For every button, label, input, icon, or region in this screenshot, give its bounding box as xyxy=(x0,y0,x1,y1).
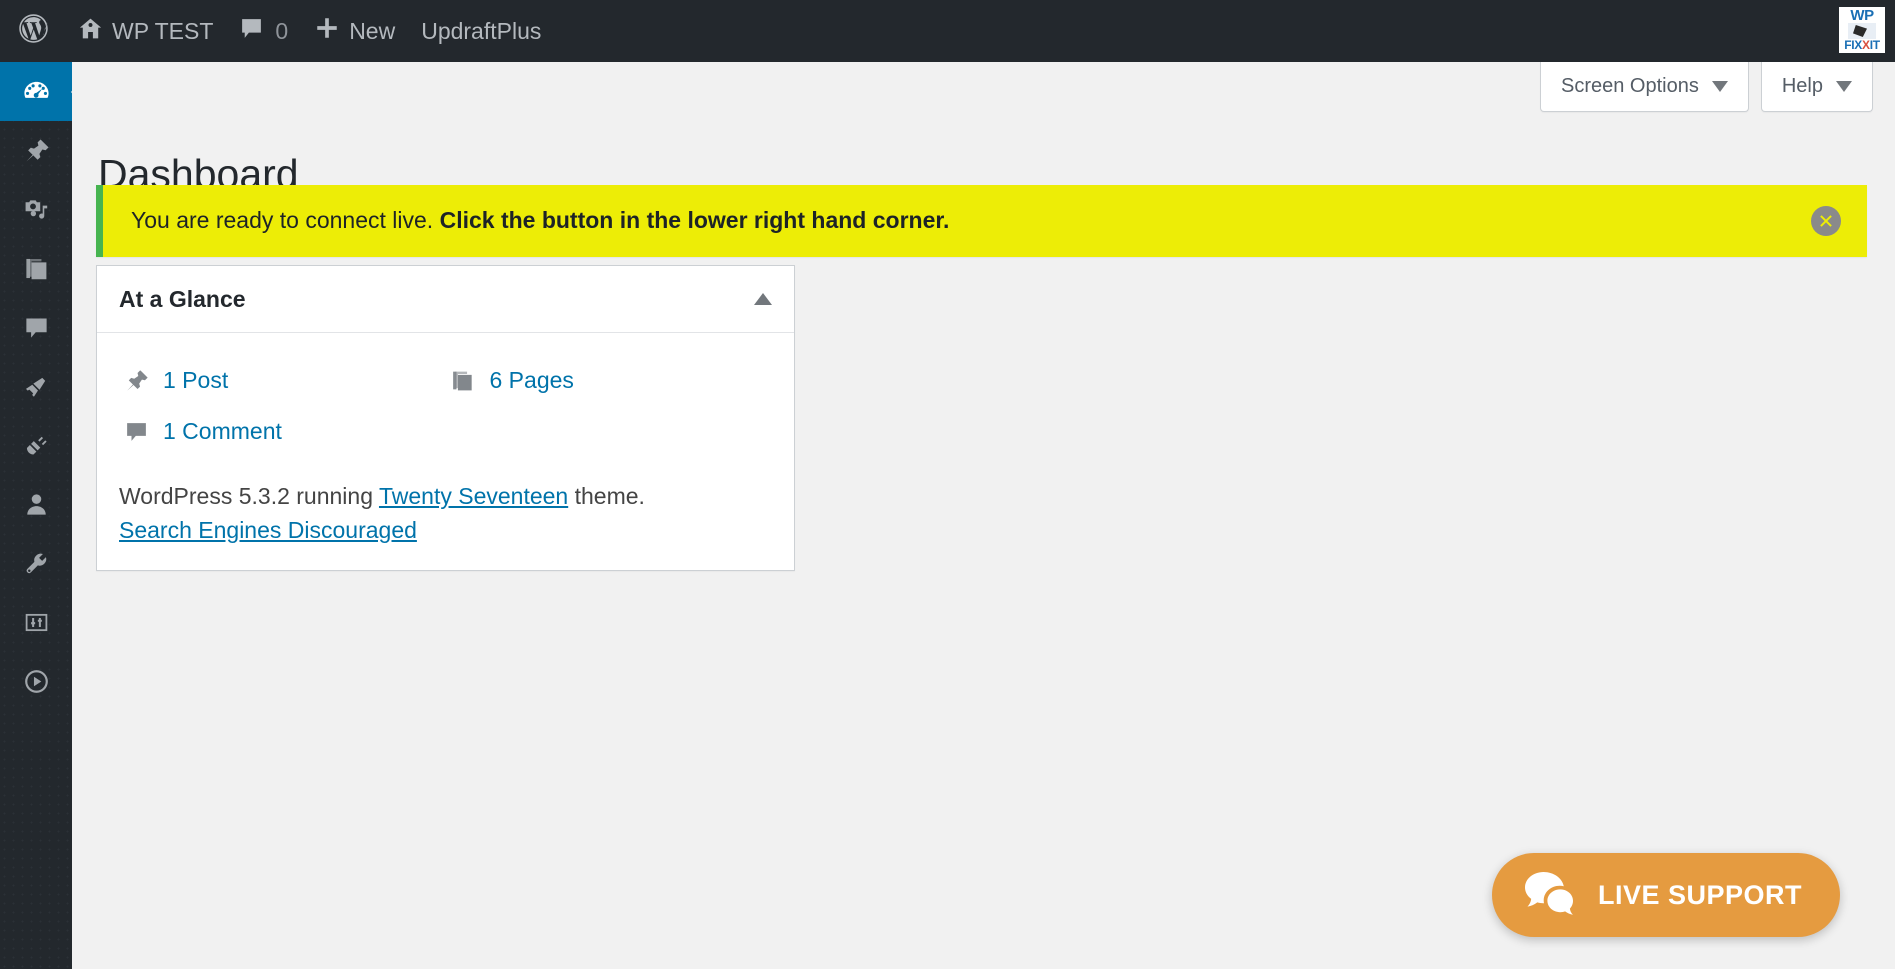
wp-fix-it-top-text: WP xyxy=(1850,7,1874,24)
sliders-icon xyxy=(23,609,50,636)
sidebar-item-media-player[interactable]: Media Player xyxy=(0,652,72,711)
close-icon xyxy=(1820,215,1832,227)
search-engines-line: Search Engines Discouraged xyxy=(119,517,772,544)
wp-fix-it-image xyxy=(1848,23,1876,39)
toggle-panel-icon[interactable] xyxy=(754,293,772,305)
main-content-area: Screen Options Help Dashboard You are re… xyxy=(72,62,1895,969)
wordpress-icon xyxy=(18,13,49,50)
widget-header: At a Glance xyxy=(97,266,794,333)
theme-link[interactable]: Twenty Seventeen xyxy=(379,483,568,509)
admin-sidebar-menu: Dashboard Posts Media Pages xyxy=(0,62,80,969)
home-icon xyxy=(78,16,103,47)
wp-fix-it-logo[interactable]: WP FIXXIT xyxy=(1839,7,1885,53)
sidebar-item-pages[interactable]: Pages xyxy=(0,239,72,298)
connect-live-notice: You are ready to connect live. Click the… xyxy=(96,185,1867,257)
pages-icon xyxy=(23,255,50,282)
sidebar-item-comments[interactable]: Comments xyxy=(0,298,72,357)
comment-icon xyxy=(119,419,153,444)
admin-bar: WP TEST 0 New UpdraftPlus WP FIXXIT xyxy=(0,0,1895,62)
dashboard-icon xyxy=(22,77,51,106)
screen-meta-links: Screen Options Help xyxy=(1540,62,1873,112)
comment-icon xyxy=(239,16,264,47)
sidebar-item-posts[interactable]: Posts xyxy=(0,121,72,180)
glance-item-pages[interactable]: 6 Pages xyxy=(446,355,773,406)
help-label: Help xyxy=(1781,75,1823,97)
wordpress-version-line: WordPress 5.3.2 running Twenty Seventeen… xyxy=(119,479,772,515)
plug-icon xyxy=(23,432,50,459)
glance-item-posts[interactable]: 1 Post xyxy=(119,355,446,406)
live-support-button[interactable]: LIVE SUPPORT xyxy=(1491,853,1840,937)
widget-title: At a Glance xyxy=(119,285,246,312)
pages-icon xyxy=(446,368,480,393)
screen-options-label: Screen Options xyxy=(1561,75,1699,97)
notice-text-bold: Click the button in the lower right hand… xyxy=(439,207,950,234)
screen-options-button[interactable]: Screen Options xyxy=(1540,62,1749,112)
wp-logo-menu[interactable] xyxy=(0,0,65,62)
updraftplus-label: UpdraftPlus xyxy=(421,17,542,44)
widget-body: 1 Post 6 Pages 1 Comment WordPress 5.3.2… xyxy=(97,333,794,570)
user-icon xyxy=(23,491,50,518)
sidebar-item-dashboard[interactable]: Dashboard xyxy=(0,62,80,121)
media-icon xyxy=(23,196,50,223)
chat-bubbles-icon xyxy=(1522,869,1576,922)
chevron-down-icon xyxy=(1711,81,1728,92)
help-button[interactable]: Help xyxy=(1760,62,1873,112)
pin-icon xyxy=(119,368,153,393)
sidebar-item-tools[interactable]: Tools xyxy=(0,534,72,593)
sidebar-item-media[interactable]: Media xyxy=(0,180,72,239)
sidebar-item-settings[interactable]: Settings xyxy=(0,593,72,652)
comment-icon xyxy=(23,314,50,341)
new-content-menu[interactable]: New xyxy=(301,0,408,62)
glance-item-label: 1 Comment xyxy=(163,418,282,444)
brush-icon xyxy=(22,373,50,401)
search-engines-link[interactable]: Search Engines Discouraged xyxy=(119,517,417,543)
notice-text-normal: You are ready to connect live. xyxy=(131,207,440,234)
pin-icon xyxy=(23,137,50,164)
live-support-label: LIVE SUPPORT xyxy=(1597,879,1802,910)
plus-icon xyxy=(314,15,340,47)
glance-stats-list: 1 Post 6 Pages 1 Comment xyxy=(119,355,772,457)
updraftplus-menu[interactable]: UpdraftPlus xyxy=(408,0,554,62)
sidebar-item-users[interactable]: Users xyxy=(0,475,72,534)
comments-count: 0 xyxy=(275,17,289,44)
glance-item-label: 6 Pages xyxy=(489,367,574,393)
version-prefix: WordPress 5.3.2 running xyxy=(119,483,379,509)
site-name-menu[interactable]: WP TEST xyxy=(65,0,226,62)
sidebar-item-plugins[interactable]: Plugins xyxy=(0,416,72,475)
comments-menu[interactable]: 0 xyxy=(226,0,301,62)
dismiss-notice-button[interactable] xyxy=(1811,206,1841,236)
glance-item-label: 1 Post xyxy=(163,367,229,393)
version-suffix: theme. xyxy=(568,483,645,509)
wrench-icon xyxy=(23,550,50,577)
sidebar-item-appearance[interactable]: Appearance xyxy=(0,357,72,416)
site-name-label: WP TEST xyxy=(112,17,214,44)
notice-text: You are ready to connect live. Click the… xyxy=(131,206,949,236)
glance-item-comments[interactable]: 1 Comment xyxy=(119,406,446,457)
new-content-label: New xyxy=(349,17,396,44)
play-circle-icon xyxy=(22,667,51,696)
at-a-glance-widget: At a Glance 1 Post 6 Pages 1 Comment Wor… xyxy=(96,265,795,571)
chevron-down-icon xyxy=(1836,81,1852,92)
wp-fix-it-bottom-text: FIXXIT xyxy=(1844,38,1880,52)
